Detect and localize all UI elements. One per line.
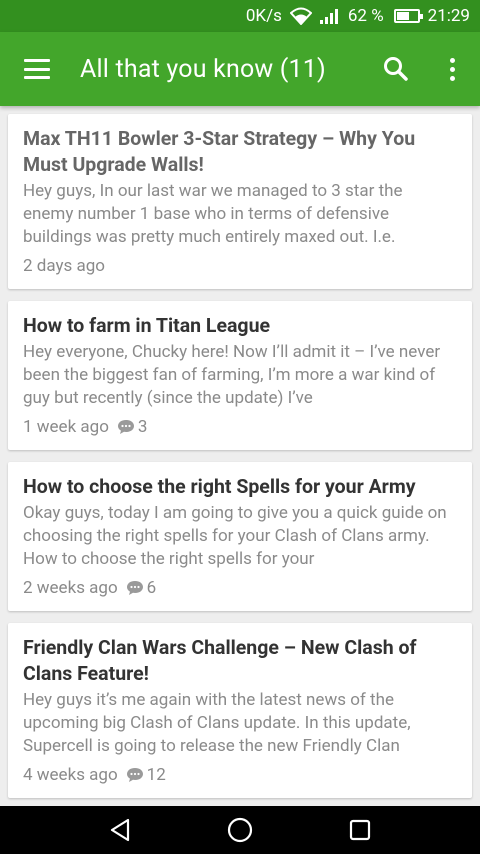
battery-percent: 62 % bbox=[347, 6, 384, 26]
back-triangle-icon bbox=[110, 818, 130, 842]
comment-bubble-icon bbox=[117, 420, 134, 434]
recents-square-icon bbox=[349, 819, 371, 841]
article-excerpt: Hey guys it’s me again with the latest n… bbox=[23, 690, 411, 756]
article-time: 1 week ago bbox=[23, 417, 109, 437]
battery-icon bbox=[393, 9, 423, 23]
article-meta: 4 weeks ago 12 bbox=[23, 762, 457, 788]
article-title: How to farm in Titan League bbox=[23, 314, 271, 337]
clock: 21:29 bbox=[427, 6, 470, 26]
article-title: How to choose the right Spells for your … bbox=[23, 475, 416, 498]
article-excerpt: Hey guys, In our last war we managed to … bbox=[23, 181, 403, 247]
overflow-menu-button[interactable] bbox=[424, 32, 480, 106]
article-time: 2 days ago bbox=[23, 256, 106, 276]
comment-count-value: 3 bbox=[137, 417, 148, 437]
back-button[interactable] bbox=[90, 806, 150, 854]
article-card[interactable]: How to farm in Titan League Hey everyone,… bbox=[8, 301, 472, 450]
comment-count: 12 bbox=[126, 765, 166, 785]
comment-bubble-icon bbox=[126, 768, 143, 782]
article-meta: 1 week ago 3 bbox=[23, 414, 457, 440]
comment-count-value: 12 bbox=[146, 765, 166, 785]
battery-fill bbox=[396, 12, 410, 20]
article-card[interactable]: Friendly Clan Wars Challenge – New Clash… bbox=[8, 623, 472, 798]
hamburger-menu-icon bbox=[24, 59, 50, 79]
home-button[interactable] bbox=[210, 806, 270, 854]
network-speed: 0K/s bbox=[245, 6, 282, 26]
comment-count: 3 bbox=[117, 417, 148, 437]
search-icon bbox=[384, 57, 408, 81]
article-card[interactable]: Max TH11 Bowler 3-Star Strategy – Why Yo… bbox=[8, 114, 472, 289]
home-circle-icon bbox=[227, 817, 253, 843]
comment-count: 6 bbox=[126, 578, 157, 598]
article-list[interactable]: Max TH11 Bowler 3-Star Strategy – Why Yo… bbox=[0, 106, 480, 806]
app-bar: All that you know (11) bbox=[0, 32, 480, 106]
status-bar: 0K/s 62 % 21:29 bbox=[0, 0, 480, 32]
article-title: Max TH11 Bowler 3-Star Strategy – Why Yo… bbox=[23, 127, 416, 176]
wifi-icon bbox=[289, 7, 312, 25]
article-title: Friendly Clan Wars Challenge – New Clash… bbox=[23, 636, 417, 685]
more-vert-icon bbox=[449, 57, 455, 81]
recents-button[interactable] bbox=[330, 806, 390, 854]
article-time: 2 weeks ago bbox=[23, 578, 118, 598]
article-meta: 2 weeks ago 6 bbox=[23, 575, 457, 601]
menu-button[interactable] bbox=[0, 32, 74, 106]
system-nav-bar bbox=[0, 806, 480, 854]
article-meta: 2 days ago bbox=[23, 253, 457, 279]
page-title: All that you know (11) bbox=[80, 54, 326, 84]
article-time: 4 weeks ago bbox=[23, 765, 118, 785]
search-button[interactable] bbox=[368, 32, 424, 106]
article-excerpt: Hey everyone, Chucky here! Now I’ll admi… bbox=[23, 342, 441, 408]
article-card[interactable]: How to choose the right Spells for your … bbox=[8, 462, 472, 611]
comment-bubble-icon bbox=[126, 581, 143, 595]
article-excerpt: Okay guys, today I am going to give you … bbox=[23, 503, 447, 569]
signal-icon bbox=[319, 8, 340, 24]
comment-count-value: 6 bbox=[146, 578, 157, 598]
